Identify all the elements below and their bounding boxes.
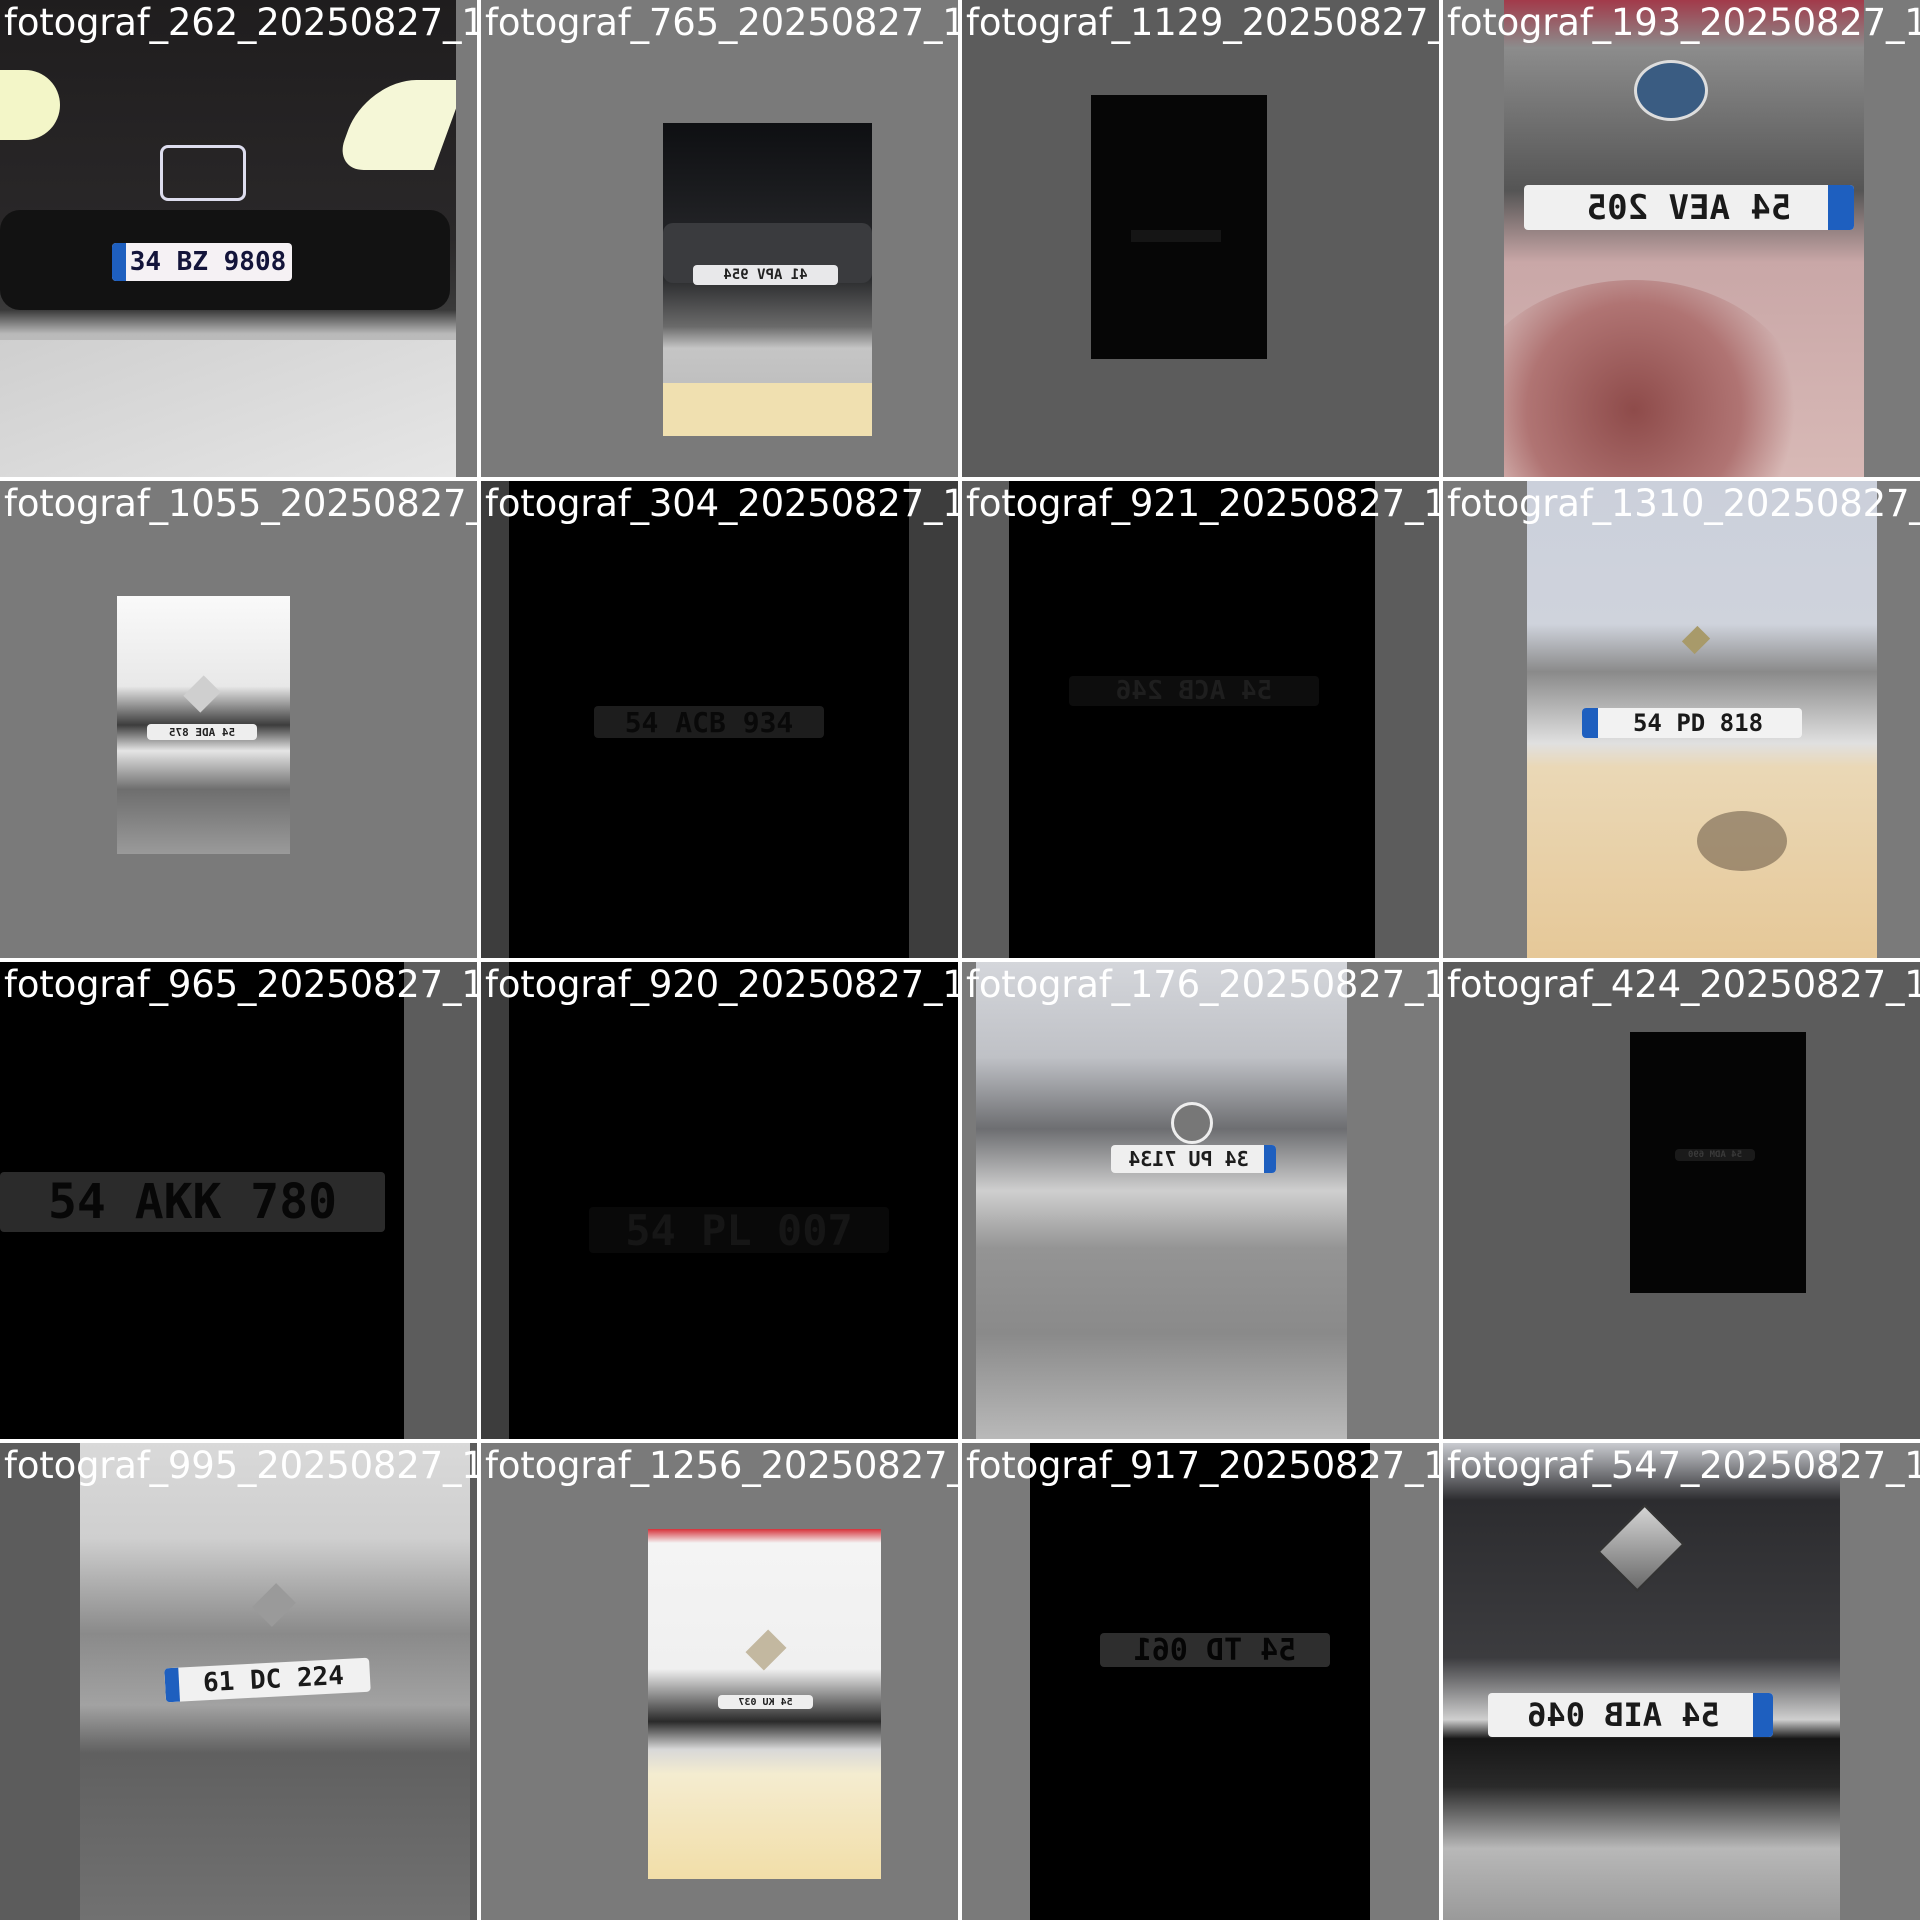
image-filename: fotograf_1129_20250827_164906.png xyxy=(966,1,1439,44)
image-filename: fotograf_765_20250827_164817.png xyxy=(485,1,958,44)
car-photo: 41 APV 954 xyxy=(663,123,872,436)
license-plate: 34 BZ 9808 xyxy=(112,243,292,281)
car-photo: 54 PD 818 xyxy=(1527,481,1877,958)
car-photo: 54 ACB 934 xyxy=(509,481,909,958)
tile-13: 61 DC 224 fotograf_995_20250827_164849.p… xyxy=(0,1443,477,1920)
license-plate: 54 AIB 046 xyxy=(1488,1693,1773,1737)
opel-emblem-icon xyxy=(1171,1102,1213,1144)
tile-14: 54 KU 037 fotograf_1256_20250827_164926.… xyxy=(481,1443,958,1920)
fiat-emblem-icon xyxy=(1634,60,1708,121)
car-photo: 54 KU 037 xyxy=(648,1529,881,1879)
image-filename: fotograf_1256_20250827_164926.png xyxy=(485,1444,958,1487)
tile-11: 34 PU 7134 fotograf_176_20250827_164651.… xyxy=(962,962,1439,1439)
car-photo: 54 PL 007 xyxy=(509,962,958,1439)
tile-16: 54 AIB 046 fotograf_547_20250827_164 xyxy=(1443,1443,1920,1920)
license-plate: 54 AEV 205 xyxy=(1524,185,1854,230)
license-plate: 54 TD 061 xyxy=(1100,1633,1330,1667)
renault-emblem-icon xyxy=(745,1629,787,1671)
image-filename: fotograf_995_20250827_164849.png xyxy=(4,1444,477,1487)
image-filename: fotograf_965_20250827_164845.png xyxy=(4,963,477,1006)
car-photo: 54 ADM 690 xyxy=(1630,1032,1806,1293)
image-filename: fotograf_262_20250827_164704.png xyxy=(4,1,477,44)
car-photo: 34 PU 7134 xyxy=(976,962,1347,1439)
license-plate: 54 ACB 934 xyxy=(594,706,824,738)
tile-5: 54 ADE 875 fotograf_1055_20250827_164857… xyxy=(0,481,477,958)
renault-emblem-icon xyxy=(252,1583,296,1627)
image-filename: fotograf_547_20250827_164 xyxy=(1447,1444,1920,1487)
license-plate: 54 KU 037 xyxy=(718,1695,813,1709)
license-plate: 54 ADM 690 xyxy=(1675,1149,1755,1161)
license-plate: 61 DC 224 xyxy=(164,1657,371,1703)
tile-4: 54 AEV 205 fotograf_193_20250827_164 xyxy=(1443,0,1920,477)
peugeot-emblem-icon xyxy=(160,145,246,201)
tile-2: 41 APV 954 fotograf_765_20250827_164817.… xyxy=(481,0,958,477)
image-filename: fotograf_193_20250827_164 xyxy=(1447,1,1920,44)
renault-emblem-icon xyxy=(1681,625,1711,655)
renault-emblem-icon xyxy=(183,675,221,713)
car-photo: 54 AKK 780 xyxy=(0,962,404,1439)
image-filename: fotograf_920_20250827_164839.png xyxy=(485,963,958,1006)
car-photo: 54 TD 061 xyxy=(1030,1443,1370,1920)
car-photo: 61 DC 224 xyxy=(80,1443,470,1920)
tile-12: 54 ADM 690 fotograf_424_20250827_164 xyxy=(1443,962,1920,1439)
tile-8: 54 PD 818 fotograf_1310_20250827_164 xyxy=(1443,481,1920,958)
car-photo: 54 AIB 046 xyxy=(1443,1443,1840,1920)
license-plate: 54 AKK 780 xyxy=(0,1172,385,1232)
tile-3: fotograf_1129_20250827_164906.png xyxy=(962,0,1439,477)
tile-7: 54 ACB 246 fotograf_921_20250827_164840.… xyxy=(962,481,1439,958)
image-filename: fotograf_917_20250827_164 xyxy=(966,1444,1439,1487)
image-filename: fotograf_1055_20250827_164857.png xyxy=(4,482,477,525)
tile-10: 54 PL 007 fotograf_920_20250827_164839.p… xyxy=(481,962,958,1439)
license-plate: 41 APV 954 xyxy=(693,265,838,285)
renault-emblem-icon xyxy=(1596,1503,1686,1593)
car-photo: 34 BZ 9808 xyxy=(0,0,456,477)
car-photo: 54 ADE 875 xyxy=(117,596,290,854)
image-grid: 34 BZ 9808 fotograf_262_20250827_164704.… xyxy=(0,0,1920,1920)
license-plate: 54 PD 818 xyxy=(1582,708,1802,738)
license-plate: 54 PL 007 xyxy=(589,1207,889,1253)
tile-6: 54 ACB 934 fotograf_304_20250827_164710.… xyxy=(481,481,958,958)
image-filename: fotograf_176_20250827_164651.png xyxy=(966,963,1439,1006)
image-filename: fotograf_1310_20250827_164 xyxy=(1447,482,1920,525)
car-photo xyxy=(1091,95,1267,359)
car-photo: 54 ACB 246 xyxy=(1009,481,1375,958)
license-plate: 54 ADE 875 xyxy=(147,724,257,740)
image-filename: fotograf_304_20250827_164710.png xyxy=(485,482,958,525)
tile-9: 54 AKK 780 fotograf_965_20250827_164845.… xyxy=(0,962,477,1439)
car-photo: 54 AEV 205 xyxy=(1504,0,1864,477)
license-plate: 34 PU 7134 xyxy=(1111,1145,1276,1173)
license-plate: 54 ACB 246 xyxy=(1069,676,1319,706)
tile-1: 34 BZ 9808 fotograf_262_20250827_164704.… xyxy=(0,0,477,477)
image-filename: fotograf_424_20250827_164 xyxy=(1447,963,1920,1006)
image-filename: fotograf_921_20250827_164840.png xyxy=(966,482,1439,525)
tile-15: 54 TD 061 fotograf_917_20250827_164 xyxy=(962,1443,1439,1920)
